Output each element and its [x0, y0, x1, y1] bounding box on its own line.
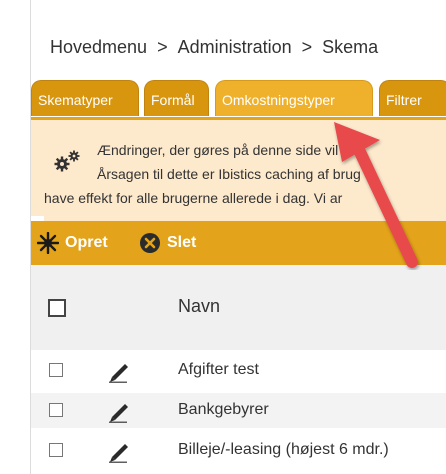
table-header	[31, 265, 446, 350]
breadcrumb-separator: >	[157, 37, 168, 57]
tab-skematyper[interactable]: Skematyper	[31, 80, 139, 116]
app-frame: Hovedmenu > Administration > Skema Skematype…	[0, 0, 446, 474]
close-circle-icon	[140, 233, 160, 253]
breadcrumb-item-administration[interactable]: Administration	[178, 37, 292, 58]
breadcrumb: Hovedmenu > Administration > Skema	[50, 37, 378, 58]
row-checkbox[interactable]	[49, 443, 63, 457]
table-row[interactable]: Afgifter test	[31, 353, 446, 388]
row-name: Billeje/-leasing (højest 6 mdr.)	[178, 441, 389, 458]
row-name: Afgifter test	[178, 361, 259, 378]
select-all-checkbox[interactable]	[48, 299, 66, 317]
create-button-label: Opret	[65, 234, 108, 251]
gears-icon	[54, 150, 80, 172]
annotation-arrow-icon	[334, 122, 418, 268]
star-burst-icon	[37, 232, 59, 254]
tab-formaal[interactable]: Formål	[144, 80, 209, 116]
breadcrumb-item-hovedmenu[interactable]: Hovedmenu	[50, 37, 147, 58]
delete-button-label: Slet	[167, 234, 197, 251]
breadcrumb-separator: >	[301, 37, 313, 57]
pencil-edit-icon[interactable]	[106, 399, 132, 423]
delete-button[interactable]: Slet	[139, 221, 196, 265]
row-checkbox[interactable]	[49, 403, 63, 417]
row-name: Bankgebyrer	[178, 401, 269, 418]
row-checkbox[interactable]	[49, 363, 63, 377]
pencil-edit-icon[interactable]	[106, 359, 132, 383]
column-header-name[interactable]: Navn	[178, 296, 220, 317]
breadcrumb-item-skema[interactable]: Skema	[322, 37, 378, 58]
table-row[interactable]: Billeje/-leasing (højest 6 mdr.)	[31, 433, 446, 468]
pencil-edit-icon[interactable]	[106, 439, 132, 463]
create-button[interactable]: Opret	[37, 221, 108, 265]
table-row[interactable]: Bankgebyrer	[31, 393, 446, 428]
